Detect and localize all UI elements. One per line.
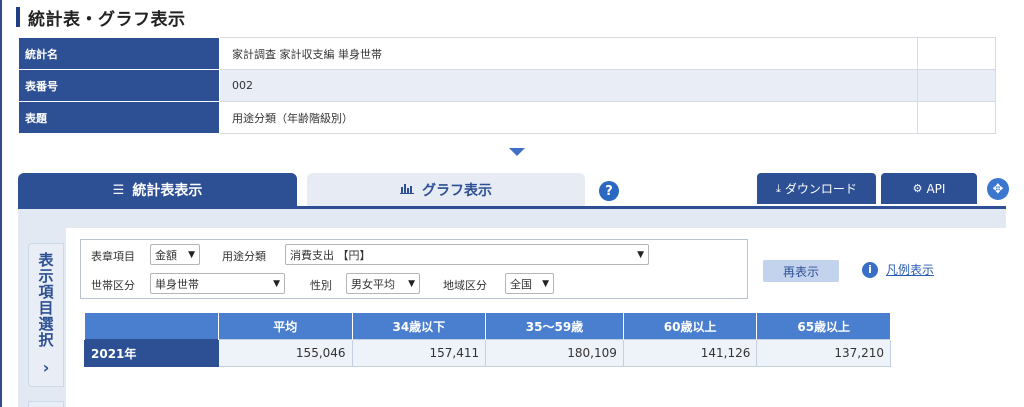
- table-cell: 157,411: [351, 339, 487, 367]
- chevron-down-icon: ▼: [273, 278, 280, 289]
- download-icon: ⤓: [776, 181, 781, 195]
- meta-extra-cell: [917, 101, 996, 134]
- stats-table: 平均 34歳以下 35～59歳 60歳以上 65歳以上 2021年 155,04…: [84, 312, 891, 367]
- download-label: ダウンロード: [784, 182, 857, 196]
- meta-value: 用途分類（年齢階級別）: [219, 101, 918, 134]
- column-header: 60歳以上: [622, 312, 758, 340]
- bar-chart-icon: [400, 182, 414, 198]
- filter-label-seibetsu: 性別: [310, 279, 332, 292]
- select-chiiki-value: 全国: [510, 277, 532, 291]
- meta-key: 表題: [18, 101, 220, 134]
- side-tab-secondary[interactable]: [28, 401, 64, 407]
- select-seibetsu-value: 男女平均: [351, 277, 395, 291]
- select-hyosho[interactable]: 金額 ▼: [150, 244, 200, 265]
- metadata-table: 統計名 家計調査 家計収支編 単身世帯 表番号 002 表題 用途分類（年齢階級…: [18, 37, 996, 134]
- select-setai[interactable]: 単身世帯 ▼: [150, 273, 285, 294]
- table-cell: 141,126: [622, 339, 758, 367]
- meta-extra-cell: [917, 69, 996, 102]
- select-yoto-value: 消費支出 【円】: [290, 248, 371, 262]
- column-header: 65歳以上: [756, 312, 891, 340]
- filter-box: 表章項目 金額 ▼ 用途分類 消費支出 【円】 ▼ 世帯区分 単身世帯 ▼ 性別…: [80, 239, 748, 299]
- gears-icon: ⚙: [912, 182, 923, 195]
- stats-header-row: 平均 34歳以下 35～59歳 60歳以上 65歳以上: [84, 312, 891, 340]
- table-row: 2021年 155,046 157,411 180,109 141,126 13…: [84, 339, 891, 367]
- column-header: 平均: [218, 312, 353, 340]
- row-header: 2021年: [84, 339, 219, 367]
- page-title-text: 統計表・グラフ表示: [28, 9, 186, 30]
- header-corner: [84, 312, 219, 340]
- meta-row: 表番号 002: [18, 69, 996, 102]
- tab-graph-label: グラフ表示: [422, 183, 492, 199]
- filter-label-chiiki: 地域区分: [443, 279, 487, 292]
- help-icon[interactable]: ?: [599, 181, 619, 201]
- column-header: 34歳以下: [351, 312, 487, 340]
- tab-graph-view[interactable]: グラフ表示: [307, 173, 585, 207]
- select-chiiki[interactable]: 全国 ▼: [505, 273, 554, 294]
- chevron-right-icon: ›: [42, 358, 50, 377]
- meta-value: 002: [219, 69, 918, 102]
- meta-row: 表題 用途分類（年齢階級別）: [18, 101, 996, 134]
- tab-table-view[interactable]: ☰ 統計表表示: [18, 173, 297, 207]
- legend-link-label: 凡例表示: [886, 263, 935, 277]
- select-hyosho-value: 金額: [155, 248, 177, 262]
- filter-label-setai: 世帯区分: [91, 279, 135, 292]
- select-seibetsu[interactable]: 男女平均 ▼: [346, 273, 420, 294]
- table-cell: 180,109: [485, 339, 624, 367]
- chevron-down-icon: ▼: [542, 278, 549, 289]
- meta-key: 統計名: [18, 37, 220, 70]
- meta-row: 統計名 家計調査 家計収支編 単身世帯: [18, 37, 996, 70]
- meta-extra-cell: [917, 37, 996, 70]
- api-button[interactable]: ⚙ API: [881, 173, 977, 204]
- title-accent-bar: [16, 7, 20, 27]
- meta-key: 表番号: [18, 69, 220, 102]
- tab-table-label: 統計表表示: [132, 183, 203, 199]
- chevron-down-icon: ▼: [408, 278, 415, 289]
- table-cell: 137,210: [756, 339, 891, 367]
- table-cell: 155,046: [218, 339, 353, 367]
- redisplay-button[interactable]: 再表示: [763, 260, 839, 282]
- select-setai-value: 単身世帯: [155, 277, 199, 291]
- info-icon: i: [862, 261, 878, 278]
- legend-link[interactable]: i 凡例表示: [862, 261, 934, 278]
- chevron-down-icon: ▼: [188, 249, 195, 260]
- api-label: API: [926, 181, 946, 196]
- filter-label-yoto: 用途分類: [222, 250, 266, 263]
- meta-value: 家計調査 家計収支編 単身世帯: [219, 37, 918, 70]
- download-button[interactable]: ⤓ ダウンロード: [757, 173, 876, 204]
- side-tab-label: 表示項目選択: [36, 252, 55, 348]
- list-icon: ☰: [112, 182, 125, 198]
- collapse-arrow-icon[interactable]: [509, 148, 525, 156]
- page-root: 統計表・グラフ表示 統計名 家計調査 家計収支編 単身世帯 表番号 002 表題…: [0, 0, 1024, 407]
- page-title: 統計表・グラフ表示: [16, 4, 186, 30]
- column-header: 35～59歳: [485, 312, 624, 340]
- select-yoto[interactable]: 消費支出 【円】 ▼: [285, 244, 649, 265]
- filter-label-hyosho: 表章項目: [91, 250, 135, 263]
- chevron-down-icon: ▼: [637, 249, 644, 260]
- expand-icon[interactable]: ✥: [987, 178, 1009, 200]
- item-selection-side-tab[interactable]: 表示項目選択 ›: [28, 243, 64, 387]
